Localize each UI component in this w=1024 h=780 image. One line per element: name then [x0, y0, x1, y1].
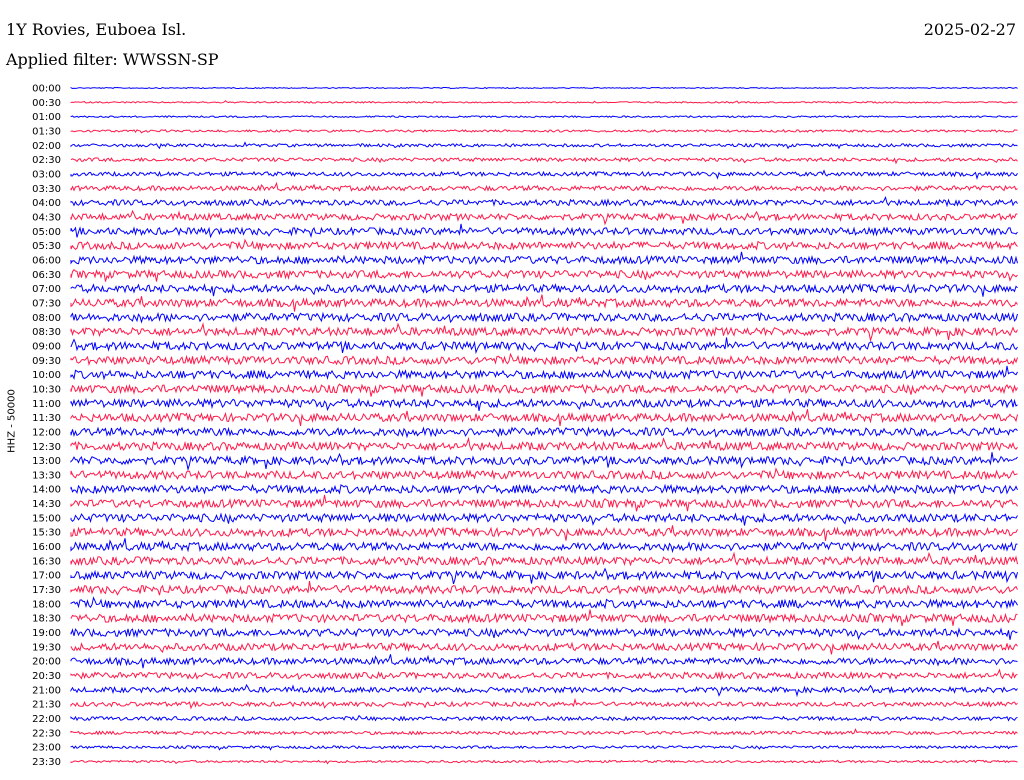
seismic-trace — [70, 627, 1018, 641]
time-tick-label: 22:00 — [32, 714, 61, 725]
helicorder-plot: 00:00 00:30 01:00 01:30 02:00 02:30 03:00 03:30… — [32, 84, 1018, 769]
seismic-trace — [70, 697, 1018, 710]
time-tick-label: 16:30 — [32, 556, 61, 567]
seismic-trace — [70, 538, 1018, 554]
time-tick-label: 00:30 — [32, 98, 61, 109]
time-tick-label: 10:00 — [32, 370, 61, 381]
time-tick-label: 18:30 — [32, 614, 61, 625]
seismic-trace — [70, 294, 1018, 312]
time-tick-label: 09:30 — [32, 356, 61, 367]
time-tick-label: 15:00 — [32, 513, 61, 524]
seismic-trace — [70, 337, 1018, 355]
time-tick-label: 08:30 — [32, 327, 61, 338]
time-tick-label: 06:30 — [32, 270, 61, 281]
time-tick-label: 12:00 — [32, 427, 61, 438]
seismic-trace — [70, 683, 1018, 698]
time-tick-label: 04:00 — [32, 198, 61, 209]
time-tick-label: 13:00 — [32, 456, 61, 467]
time-tick-label: 02:00 — [32, 141, 61, 152]
seismic-trace — [70, 282, 1018, 297]
seismic-trace — [70, 86, 1018, 90]
seismic-trace — [70, 483, 1018, 496]
seismic-trace — [70, 383, 1018, 397]
time-tick-label: 19:00 — [32, 628, 61, 639]
seismic-trace — [70, 744, 1018, 751]
time-tick-label: 01:30 — [32, 126, 61, 137]
time-tick-label: 23:00 — [32, 743, 61, 754]
time-tick-label: 00:00 — [32, 84, 61, 95]
seismic-trace — [70, 195, 1018, 208]
time-tick-label: 07:30 — [32, 298, 61, 309]
time-tick-label: 16:00 — [32, 542, 61, 553]
time-tick-label: 22:30 — [32, 728, 61, 739]
time-tick-label: 02:30 — [32, 155, 61, 166]
time-tick-label: 21:30 — [32, 700, 61, 711]
seismic-trace — [70, 365, 1018, 381]
seismic-trace — [70, 128, 1018, 134]
seismic-trace — [70, 640, 1018, 655]
seismic-trace — [70, 609, 1018, 627]
seismic-trace — [70, 322, 1018, 343]
seismic-trace — [70, 181, 1018, 193]
time-tick-label: 17:00 — [32, 571, 61, 582]
seismic-trace — [70, 596, 1018, 610]
time-tick-label: 01:00 — [32, 112, 61, 123]
time-tick-label: 05:30 — [32, 241, 61, 252]
time-tick-label: 03:00 — [32, 169, 61, 180]
seismic-trace — [70, 100, 1018, 104]
seismic-trace — [70, 426, 1018, 439]
time-tick-label: 19:30 — [32, 642, 61, 653]
time-tick-labels: 00:00 00:30 01:00 01:30 02:00 02:30 03:00 03:30… — [32, 84, 61, 769]
seismic-trace — [70, 238, 1018, 252]
seismic-trace — [70, 311, 1018, 324]
time-tick-label: 17:30 — [32, 585, 61, 596]
seismic-trace — [70, 494, 1018, 512]
time-tick-label: 12:30 — [32, 442, 61, 453]
time-tick-label: 06:00 — [32, 255, 61, 266]
time-tick-label: 09:00 — [32, 341, 61, 352]
seismic-trace — [70, 156, 1018, 165]
seismic-trace — [70, 115, 1018, 119]
seismic-trace — [70, 654, 1018, 669]
time-tick-label: 11:00 — [32, 399, 61, 410]
seismic-trace — [70, 759, 1018, 765]
seismic-trace — [70, 581, 1018, 596]
seismic-trace — [70, 452, 1018, 472]
time-tick-label: 20:00 — [32, 657, 61, 668]
trace-group — [70, 86, 1018, 765]
time-tick-label: 13:30 — [32, 470, 61, 481]
seismic-trace — [70, 512, 1018, 526]
seismic-trace — [70, 567, 1018, 585]
seismic-trace — [70, 223, 1018, 239]
time-tick-label: 11:30 — [32, 413, 61, 424]
time-tick-label: 08:00 — [32, 313, 61, 324]
time-tick-label: 18:00 — [32, 599, 61, 610]
time-tick-label: 10:30 — [32, 384, 61, 395]
seismic-trace — [70, 169, 1018, 180]
seismic-trace — [70, 251, 1018, 266]
time-tick-label: 15:30 — [32, 528, 61, 539]
time-tick-label: 14:00 — [32, 485, 61, 496]
seismic-trace — [70, 409, 1018, 427]
seismic-trace — [70, 467, 1018, 481]
seismic-trace — [70, 352, 1018, 366]
time-tick-label: 03:30 — [32, 184, 61, 195]
seismic-trace — [70, 551, 1018, 567]
time-tick-label: 05:00 — [32, 227, 61, 238]
seismic-trace — [70, 436, 1018, 452]
time-tick-label: 20:30 — [32, 671, 61, 682]
time-tick-label: 14:30 — [32, 499, 61, 510]
seismic-trace — [70, 397, 1018, 412]
time-tick-label: 04:30 — [32, 212, 61, 223]
seismic-trace — [70, 268, 1018, 282]
time-tick-label: 23:30 — [32, 757, 61, 768]
time-tick-label: 07:00 — [32, 284, 61, 295]
seismic-trace — [70, 668, 1018, 681]
time-tick-label: 21:00 — [32, 685, 61, 696]
seismic-trace — [70, 714, 1018, 722]
seismic-trace — [70, 209, 1018, 226]
seismic-trace — [70, 141, 1018, 150]
seismic-trace — [70, 728, 1018, 736]
seismic-trace — [70, 525, 1018, 541]
